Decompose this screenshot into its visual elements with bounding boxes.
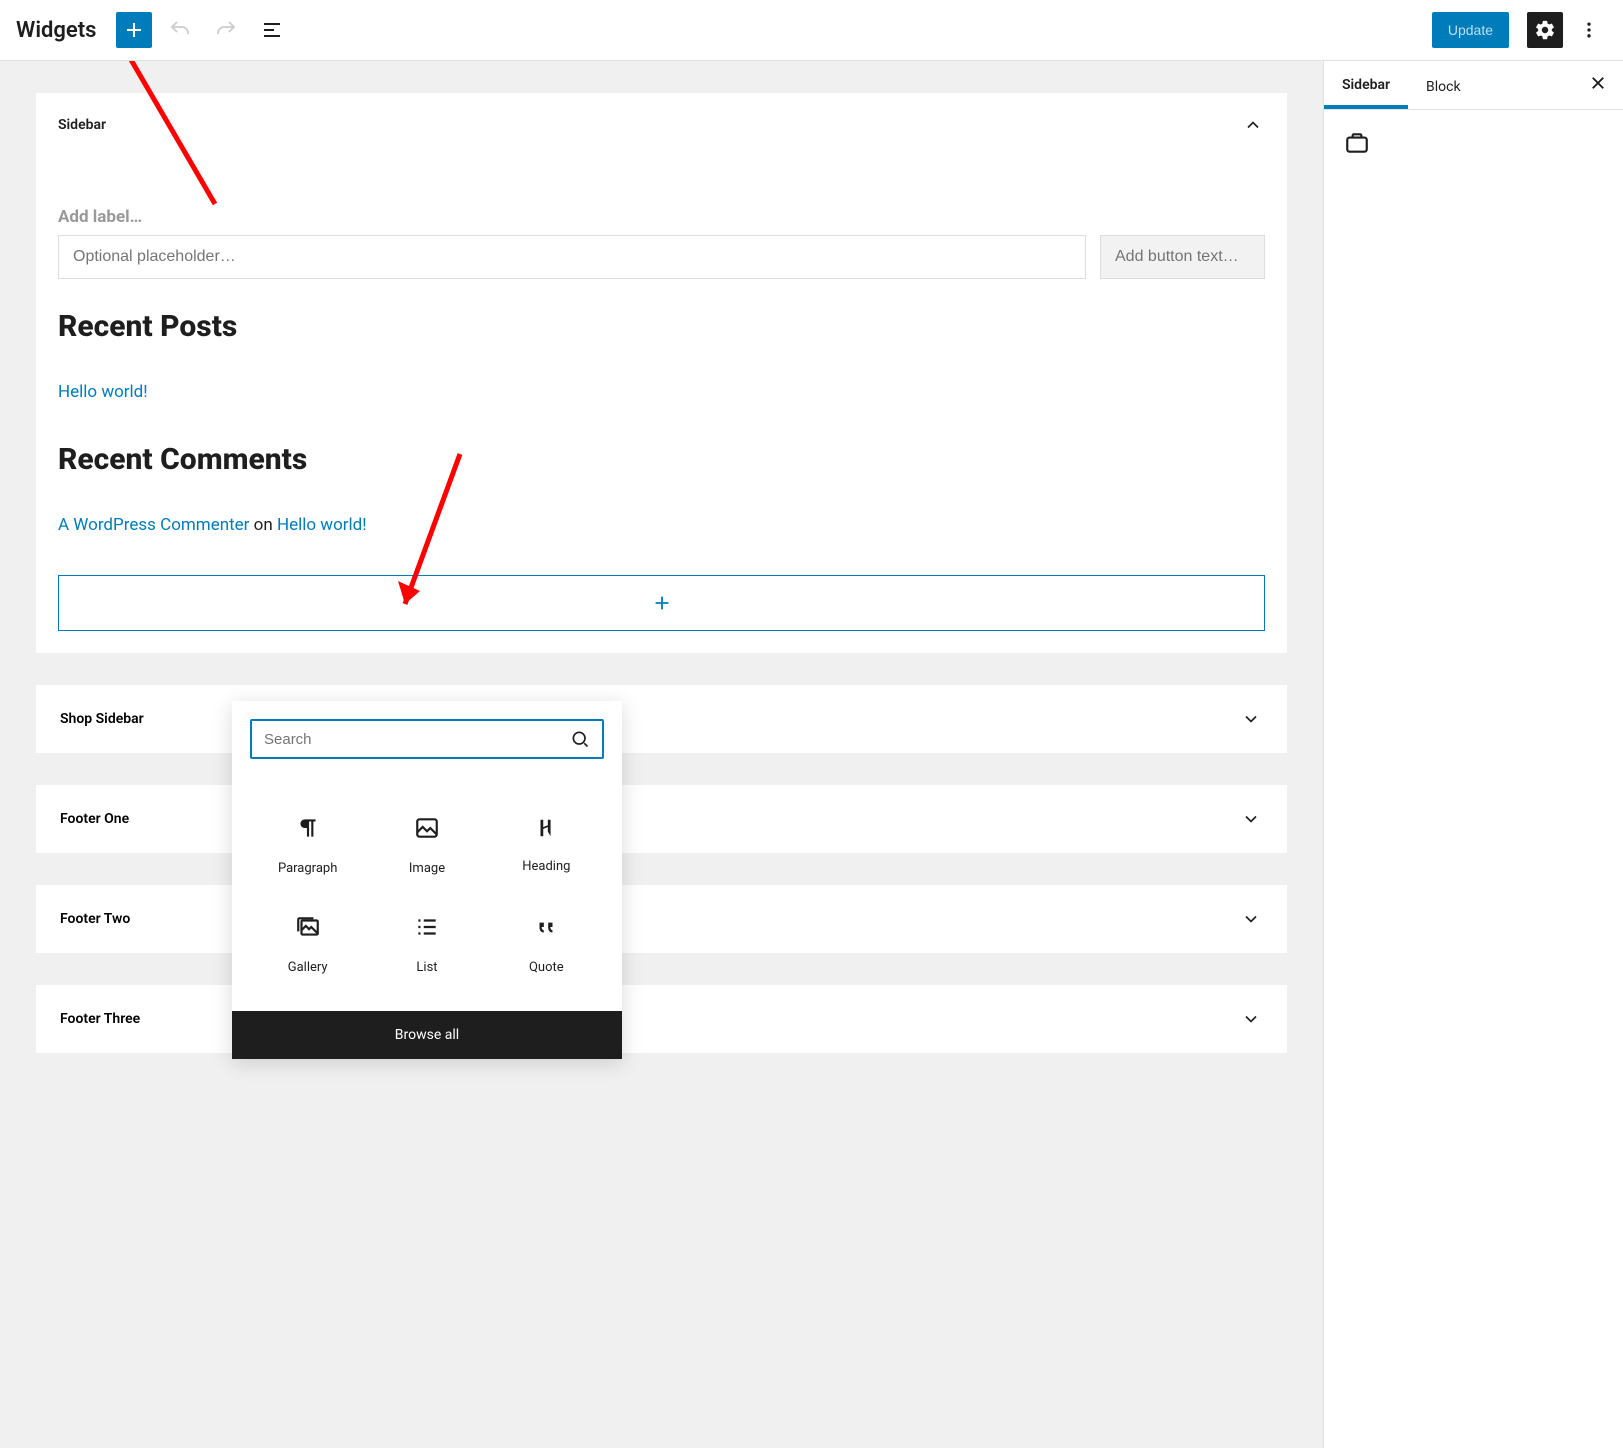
browse-all-button[interactable]: Browse all	[232, 1011, 622, 1059]
gallery-icon	[295, 914, 321, 940]
widget-area-icon	[1344, 130, 1370, 156]
widget-area-title: Footer Two	[60, 911, 130, 927]
sidebar-tabs: Sidebar Block	[1324, 61, 1623, 110]
button-text-input[interactable]	[1100, 235, 1265, 279]
recent-posts-heading[interactable]: Recent Posts	[58, 309, 1265, 344]
undo-icon	[168, 18, 192, 42]
more-vertical-icon	[1579, 20, 1599, 40]
block-option-list[interactable]: List	[367, 896, 486, 995]
undo-button[interactable]	[162, 12, 198, 48]
options-button[interactable]	[1571, 12, 1607, 48]
search-block-row	[58, 235, 1265, 279]
commenter-link[interactable]: A WordPress Commenter	[58, 515, 249, 535]
close-icon	[1589, 74, 1607, 92]
sidebar-content	[1324, 110, 1623, 180]
inserter-search-box[interactable]	[250, 719, 604, 759]
tab-sidebar[interactable]: Sidebar	[1324, 61, 1408, 109]
tab-block[interactable]: Block	[1408, 63, 1479, 107]
list-view-button[interactable]	[254, 12, 290, 48]
heading-icon	[535, 817, 557, 839]
add-block-appender[interactable]	[58, 575, 1265, 631]
chevron-down-icon	[1239, 1007, 1263, 1031]
block-label: Heading	[522, 859, 570, 874]
placeholder-input[interactable]	[58, 235, 1086, 279]
inserter-search-input[interactable]	[264, 731, 570, 748]
recent-comments-heading[interactable]: Recent Comments	[58, 442, 1265, 477]
widget-area-title: Footer One	[60, 811, 129, 827]
chevron-down-icon	[1239, 907, 1263, 931]
block-option-image[interactable]: Image	[367, 797, 486, 896]
widget-area-title: Sidebar	[58, 117, 106, 133]
block-option-quote[interactable]: Quote	[487, 896, 606, 995]
chevron-down-icon	[1239, 807, 1263, 831]
block-grid: Paragraph Image Heading Gallery List	[232, 777, 622, 1011]
widget-header-sidebar[interactable]: Sidebar	[36, 93, 1287, 157]
quote-icon	[533, 914, 559, 940]
block-option-paragraph[interactable]: Paragraph	[248, 797, 367, 896]
block-label: Quote	[529, 960, 564, 975]
gear-icon	[1534, 19, 1556, 41]
plus-icon	[122, 18, 146, 42]
block-inserter-popup: Paragraph Image Heading Gallery List	[232, 701, 622, 1059]
settings-button[interactable]	[1527, 12, 1563, 48]
top-toolbar: Widgets Update	[0, 0, 1623, 61]
editor-canvas: Sidebar Add label… Recent Posts Hello wo…	[0, 61, 1323, 1448]
plus-icon	[651, 592, 673, 614]
recent-comment-item: A WordPress Commenter on Hello world!	[58, 515, 1265, 535]
widget-panel-sidebar: Sidebar Add label… Recent Posts Hello wo…	[36, 93, 1287, 653]
redo-icon	[214, 18, 238, 42]
add-label-heading[interactable]: Add label…	[58, 207, 1265, 227]
main-area: Sidebar Add label… Recent Posts Hello wo…	[0, 61, 1623, 1448]
toolbar-right-group: Update	[1432, 12, 1607, 48]
close-sidebar-button[interactable]	[1573, 73, 1623, 97]
widget-panel-footer-one[interactable]: Footer One	[36, 785, 1287, 853]
block-label: List	[416, 960, 437, 975]
chevron-down-icon	[1239, 707, 1263, 731]
widget-panel-footer-two[interactable]: Footer Two	[36, 885, 1287, 953]
widget-area-title: Shop Sidebar	[60, 711, 144, 727]
block-option-gallery[interactable]: Gallery	[248, 896, 367, 995]
redo-button[interactable]	[208, 12, 244, 48]
block-label: Image	[409, 861, 445, 876]
recent-post-link[interactable]: Hello world!	[58, 382, 1265, 402]
widget-panel-shop-sidebar[interactable]: Shop Sidebar	[36, 685, 1287, 753]
toolbar-left-group	[116, 12, 290, 48]
page-title: Widgets	[16, 18, 96, 43]
chevron-up-icon	[1241, 113, 1265, 137]
comment-post-link[interactable]: Hello world!	[277, 515, 367, 535]
comment-on-text: on	[249, 515, 277, 535]
search-icon	[570, 729, 590, 749]
block-option-heading[interactable]: Heading	[487, 797, 606, 896]
image-icon	[414, 815, 440, 841]
widget-panel-footer-three[interactable]: Footer Three	[36, 985, 1287, 1053]
paragraph-icon	[295, 815, 321, 841]
widget-body-sidebar: Add label… Recent Posts Hello world! Rec…	[36, 207, 1287, 653]
update-button[interactable]: Update	[1432, 12, 1509, 48]
block-label: Paragraph	[278, 861, 337, 876]
list-icon	[414, 914, 440, 940]
right-sidebar: Sidebar Block	[1323, 61, 1623, 1448]
block-label: Gallery	[288, 960, 328, 975]
add-block-button[interactable]	[116, 12, 152, 48]
list-view-icon	[260, 18, 284, 42]
widget-area-title: Footer Three	[60, 1011, 140, 1027]
